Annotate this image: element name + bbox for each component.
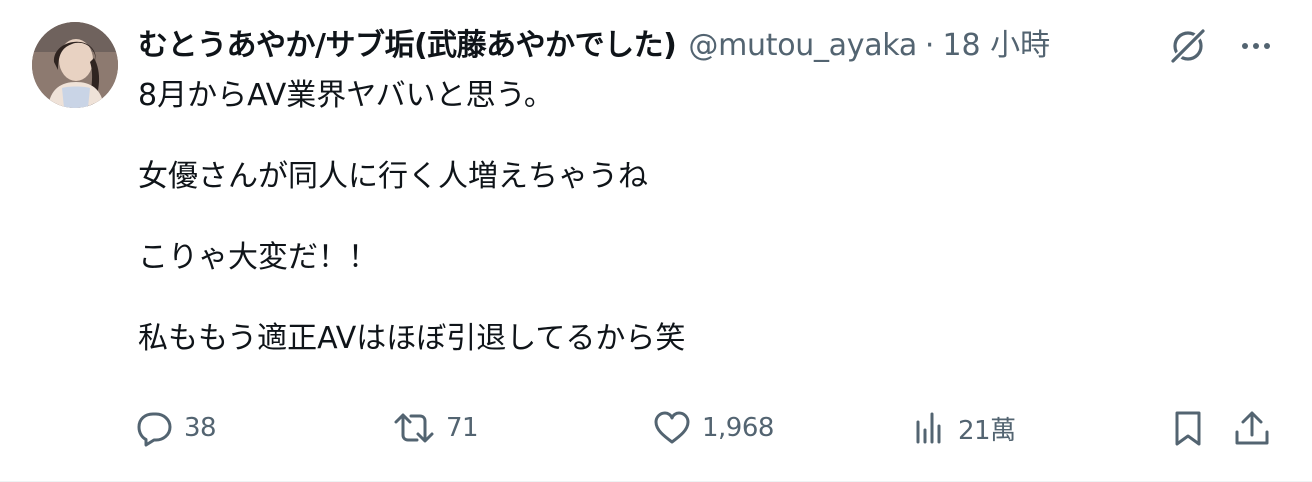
tweet-text-line: 8月からAV業界ヤバいと思う。: [138, 78, 554, 113]
more-icon: [1242, 43, 1270, 49]
share-icon: [1235, 411, 1269, 445]
like-icon: [654, 411, 690, 444]
tweet-text: 8月からAV業界ヤバいと思う。 女優さんが同人に行く人増えちゃうね こりゃ大変だ…: [138, 76, 1238, 360]
views-count: 21萬: [958, 415, 1016, 446]
repost-button[interactable]: 71: [392, 406, 479, 450]
author-display-name[interactable]: むとうあやか/サブ垢(武藤あやかでした): [138, 24, 677, 68]
header-separator: ·: [924, 28, 935, 63]
reply-icon: [137, 412, 172, 447]
repost-icon: [394, 413, 434, 443]
like-button[interactable]: 1,968: [652, 406, 774, 450]
post-timestamp[interactable]: 18 小時: [942, 24, 1050, 68]
reply-count: 38: [184, 413, 217, 443]
share-button[interactable]: [1232, 406, 1272, 450]
views-button[interactable]: 21萬: [912, 406, 1016, 450]
views-icon: [916, 412, 941, 444]
header-actions: [1168, 26, 1274, 66]
tweet-text-line: [138, 279, 1238, 320]
bookmark-button[interactable]: [1168, 406, 1208, 450]
grok-button[interactable]: [1168, 26, 1208, 66]
bookmark-icon: [1175, 411, 1201, 446]
repost-count: 71: [446, 413, 479, 443]
profile-photo-icon: [32, 22, 118, 108]
avatar[interactable]: [32, 22, 118, 108]
action-bar: 38 71 1,968 21萬: [134, 406, 1280, 450]
tweet-text-line: [138, 198, 1238, 239]
grok-icon: [1171, 29, 1205, 63]
like-count: 1,968: [702, 413, 774, 443]
tweet-text-line: 女優さんが同人に行く人増えちゃうね: [138, 159, 648, 194]
tweet-text-line: [138, 117, 1238, 158]
tweet-text-line: 私ももう適正AVはほぼ引退してるから笑: [138, 321, 686, 356]
more-button[interactable]: [1238, 28, 1274, 64]
reply-button[interactable]: 38: [134, 406, 217, 450]
tweet-text-line: こりゃ大変だ！！: [138, 240, 378, 275]
tweet-header: むとうあやか/サブ垢(武藤あやかでした) @mutou_ayaka · 18 小…: [138, 24, 1050, 68]
author-handle[interactable]: @mutou_ayaka: [688, 24, 917, 68]
tweet[interactable]: むとうあやか/サブ垢(武藤あやかでした) @mutou_ayaka · 18 小…: [0, 0, 1312, 482]
